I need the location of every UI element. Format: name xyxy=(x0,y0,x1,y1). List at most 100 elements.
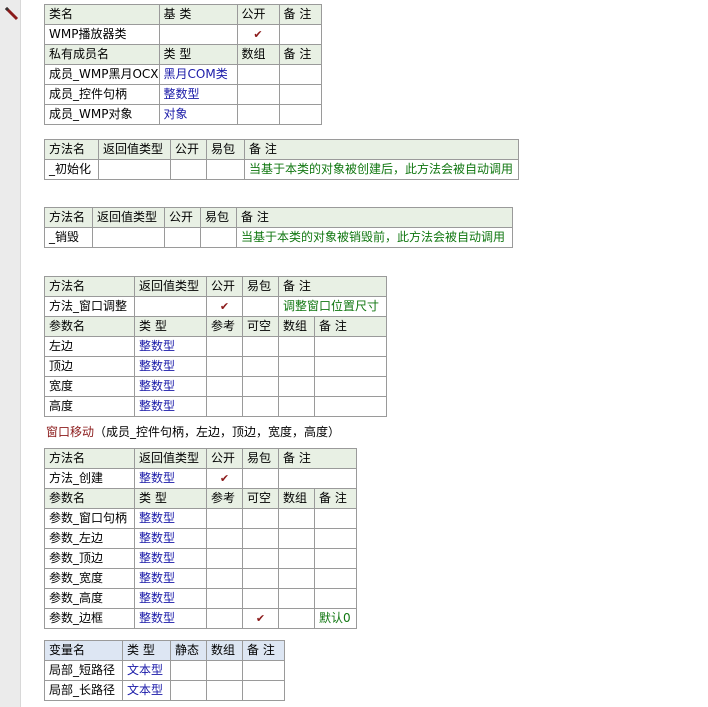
param-row[interactable]: 参数_左边 整数型 xyxy=(44,528,357,549)
var-note[interactable] xyxy=(242,660,285,681)
function-call-name[interactable]: 窗口移动 xyxy=(46,425,94,439)
param-ref[interactable] xyxy=(206,376,243,397)
param-name[interactable]: 参数_高度 xyxy=(44,588,135,609)
param-type[interactable]: 整数型 xyxy=(134,508,207,529)
var-row[interactable]: 局部_短路径 文本型 xyxy=(44,660,285,681)
class-note-cell[interactable] xyxy=(278,24,322,45)
member-note[interactable] xyxy=(278,64,322,85)
var-array[interactable] xyxy=(206,660,243,681)
param-name[interactable]: 参数_边框 xyxy=(44,608,135,629)
param-array[interactable] xyxy=(278,376,315,397)
method-name[interactable]: 方法_创建 xyxy=(44,468,135,489)
param-ref[interactable] xyxy=(206,336,243,357)
method-note[interactable]: 当基于本类的对象被创建后，此方法会被自动调用 xyxy=(244,159,519,180)
param-row[interactable]: 参数_顶边 整数型 xyxy=(44,548,357,569)
member-name[interactable]: 成员_WMP黑月OCX xyxy=(44,64,160,85)
param-name[interactable]: 高度 xyxy=(44,396,135,417)
member-note[interactable] xyxy=(278,84,322,105)
param-array[interactable] xyxy=(278,568,315,589)
param-row[interactable]: 参数_边框 整数型 ✔ 默认0 xyxy=(44,608,357,629)
member-note[interactable] xyxy=(278,104,322,125)
param-nullable[interactable] xyxy=(242,336,279,357)
method-note[interactable] xyxy=(278,468,357,489)
param-row[interactable]: 参数_高度 整数型 xyxy=(44,588,357,609)
method-name[interactable]: _初始化 xyxy=(44,159,99,180)
param-nullable-check-icon[interactable]: ✔ xyxy=(242,608,279,629)
param-name[interactable]: 顶边 xyxy=(44,356,135,377)
param-type[interactable]: 整数型 xyxy=(134,336,207,357)
param-nullable[interactable] xyxy=(242,528,279,549)
return-type[interactable] xyxy=(98,159,171,180)
member-name[interactable]: 成员_WMP对象 xyxy=(44,104,160,125)
param-note[interactable] xyxy=(314,356,387,377)
param-row[interactable]: 宽度 整数型 xyxy=(44,376,387,397)
param-nullable[interactable] xyxy=(242,568,279,589)
param-ref[interactable] xyxy=(206,528,243,549)
easy-pack-cell[interactable] xyxy=(206,159,245,180)
var-row[interactable]: 局部_长路径 文本型 xyxy=(44,680,285,701)
param-type[interactable]: 整数型 xyxy=(134,528,207,549)
method-note[interactable]: 当基于本类的对象被销毁前，此方法会被自动调用 xyxy=(236,227,513,248)
param-row[interactable]: 高度 整数型 xyxy=(44,396,387,417)
param-nullable[interactable] xyxy=(242,376,279,397)
var-name[interactable]: 局部_长路径 xyxy=(44,680,123,701)
param-type[interactable]: 整数型 xyxy=(134,396,207,417)
param-row[interactable]: 参数_窗口句柄 整数型 xyxy=(44,508,357,529)
param-nullable[interactable] xyxy=(242,508,279,529)
param-row[interactable]: 左边 整数型 xyxy=(44,336,387,357)
member-array[interactable] xyxy=(236,84,280,105)
param-ref[interactable] xyxy=(206,396,243,417)
param-ref[interactable] xyxy=(206,608,243,629)
param-name[interactable]: 宽度 xyxy=(44,376,135,397)
param-array[interactable] xyxy=(278,508,315,529)
param-type[interactable]: 整数型 xyxy=(134,588,207,609)
param-type[interactable]: 整数型 xyxy=(134,608,207,629)
param-type[interactable]: 整数型 xyxy=(134,568,207,589)
param-nullable[interactable] xyxy=(242,356,279,377)
param-array[interactable] xyxy=(278,528,315,549)
param-name[interactable]: 参数_窗口句柄 xyxy=(44,508,135,529)
return-type[interactable] xyxy=(92,227,165,248)
param-ref[interactable] xyxy=(206,588,243,609)
param-nullable[interactable] xyxy=(242,588,279,609)
param-ref[interactable] xyxy=(206,568,243,589)
param-array[interactable] xyxy=(278,336,315,357)
code-line[interactable]: 窗口移动（成员_控件句柄，左边，顶边，宽度，高度） xyxy=(46,423,340,442)
public-check-icon[interactable]: ✔ xyxy=(206,468,243,489)
param-name[interactable]: 参数_左边 xyxy=(44,528,135,549)
param-ref[interactable] xyxy=(206,548,243,569)
param-array[interactable] xyxy=(278,548,315,569)
member-row[interactable]: 成员_WMP黑月OCX 黑月COM类 xyxy=(44,64,322,85)
var-array[interactable] xyxy=(206,680,243,701)
public-check-icon[interactable]: ✔ xyxy=(206,296,243,317)
param-array[interactable] xyxy=(278,356,315,377)
return-type[interactable] xyxy=(134,296,207,317)
public-cell[interactable] xyxy=(170,159,207,180)
param-ref[interactable] xyxy=(206,356,243,377)
public-check-icon[interactable]: ✔ xyxy=(236,24,280,45)
member-row[interactable]: 成员_控件句柄 整数型 xyxy=(44,84,322,105)
param-note[interactable] xyxy=(314,548,357,569)
member-array[interactable] xyxy=(236,104,280,125)
var-static[interactable] xyxy=(170,680,207,701)
param-ref[interactable] xyxy=(206,508,243,529)
param-note[interactable]: 默认0 xyxy=(314,608,357,629)
var-name[interactable]: 局部_短路径 xyxy=(44,660,123,681)
class-name-cell[interactable]: WMP播放器类 xyxy=(44,24,160,45)
param-note[interactable] xyxy=(314,336,387,357)
param-note[interactable] xyxy=(314,568,357,589)
easy-pack-cell[interactable] xyxy=(242,468,279,489)
param-nullable[interactable] xyxy=(242,548,279,569)
param-note[interactable] xyxy=(314,376,387,397)
param-type[interactable]: 整数型 xyxy=(134,548,207,569)
member-type[interactable]: 黑月COM类 xyxy=(158,64,238,85)
param-row[interactable]: 顶边 整数型 xyxy=(44,356,387,377)
method-name[interactable]: _销毁 xyxy=(44,227,93,248)
param-note[interactable] xyxy=(314,528,357,549)
return-type[interactable]: 整数型 xyxy=(134,468,207,489)
param-name[interactable]: 左边 xyxy=(44,336,135,357)
param-array[interactable] xyxy=(278,588,315,609)
function-call-args[interactable]: （成员_控件句柄，左边，顶边，宽度，高度） xyxy=(94,425,340,439)
param-note[interactable] xyxy=(314,508,357,529)
param-note[interactable] xyxy=(314,588,357,609)
